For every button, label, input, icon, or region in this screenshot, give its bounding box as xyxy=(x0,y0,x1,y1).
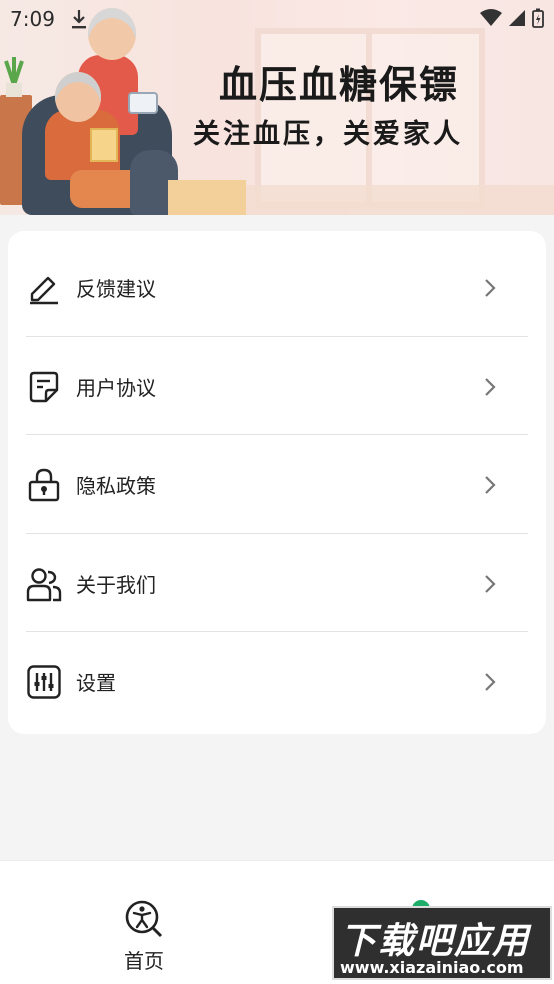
people-icon xyxy=(26,567,62,601)
chevron-right-icon xyxy=(485,574,496,593)
menu-item-privacy-policy[interactable]: 隐私政策 xyxy=(8,435,546,534)
status-bar: 7:09 xyxy=(0,0,554,36)
settings-sliders-icon xyxy=(27,664,61,699)
chevron-right-icon xyxy=(485,377,496,396)
plant-illustration xyxy=(4,57,24,97)
grandpa-head-illustration xyxy=(55,72,101,122)
blood-pressure-device-illustration xyxy=(128,92,158,114)
menu-item-label: 设置 xyxy=(76,671,116,695)
box-illustration xyxy=(168,180,246,215)
watermark-title: 下载吧应用 xyxy=(340,921,531,962)
signal-icon xyxy=(509,10,525,26)
book-illustration xyxy=(90,128,118,162)
accessibility-search-icon xyxy=(125,900,163,938)
watermark-url: www.xiazainiao.com xyxy=(340,958,524,977)
system-icons xyxy=(480,8,544,28)
menu-item-label: 隐私政策 xyxy=(76,474,156,498)
wifi-icon xyxy=(480,9,502,26)
banner-subtitle: 关注血压，关爱家人 xyxy=(193,119,463,150)
tab-home-label: 首页 xyxy=(124,949,164,973)
tab-home[interactable]: 首页 xyxy=(104,899,184,979)
edit-pen-icon xyxy=(30,276,58,304)
menu-item-label: 关于我们 xyxy=(76,573,156,597)
menu-item-user-agreement[interactable]: 用户协议 xyxy=(8,337,546,436)
menu-item-about-us[interactable]: 关于我们 xyxy=(8,534,546,633)
banner-table-illustration xyxy=(245,185,554,215)
battery-icon xyxy=(532,8,544,28)
menu-item-settings[interactable]: 设置 xyxy=(8,632,546,731)
watermark-logo: 下载吧应用 www.xiazainiao.com xyxy=(332,906,552,980)
menu-item-feedback[interactable]: 反馈建议 xyxy=(8,238,546,337)
banner-title: 血压血糖保镖 xyxy=(219,63,460,107)
chevron-right-icon xyxy=(485,672,496,691)
menu-card: 反馈建议 用户协议 隐私政策 关于我们 设置 xyxy=(8,231,546,734)
document-icon xyxy=(29,371,59,402)
status-time: 7:09 xyxy=(10,7,55,31)
chevron-right-icon xyxy=(485,475,496,494)
menu-item-label: 用户协议 xyxy=(76,376,156,400)
lock-icon xyxy=(28,468,60,501)
download-icon xyxy=(72,10,86,29)
chevron-right-icon xyxy=(485,278,496,297)
menu-item-label: 反馈建议 xyxy=(76,277,156,301)
